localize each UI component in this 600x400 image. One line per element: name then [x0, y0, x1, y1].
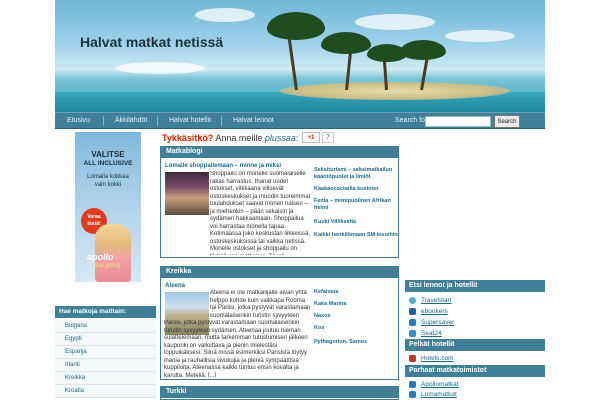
- ad-subline-2: vain kokki: [94, 182, 122, 188]
- ebookers-icon: [409, 308, 416, 315]
- box-title[interactable]: Kreikka: [161, 267, 398, 278]
- palm-leaves: [321, 32, 371, 54]
- related-link[interactable]: Fenia – monipuolinen Afrikan helmi: [314, 198, 398, 212]
- cloud-decoration: [115, 62, 205, 74]
- travelstart-icon: [409, 297, 416, 304]
- post-excerpt: Ateena ei ole matkailijalle aivan yhtä h…: [210, 290, 311, 319]
- search-input[interactable]: [425, 116, 491, 127]
- partner-label[interactable]: Lomamatkat: [421, 391, 457, 398]
- cloud-decoration: [355, 14, 435, 30]
- post-excerpt: Shoppailu on monelle suomalaiselle rakas…: [210, 171, 311, 255]
- like-prompt: Tykkäsitkö? Anna meille plussaa:: [162, 133, 298, 143]
- supersaver-icon: [409, 319, 416, 326]
- nav-separator: [157, 116, 158, 126]
- like-prompt-text: Anna meille: [213, 133, 265, 143]
- search-button[interactable]: Search: [494, 115, 520, 128]
- page: Halvat matkat netissä Etusivu Äkkilähdöt…: [0, 0, 600, 400]
- partner-label[interactable]: Supersaver: [421, 319, 454, 326]
- palm-trunk: [287, 35, 298, 91]
- travel-agencies-header: Parhaat matkatoimistot: [405, 365, 545, 377]
- nav-item-lennot[interactable]: Halvat lennot: [233, 117, 274, 124]
- post-excerpt-continued: Pariisi, jotka pystyvät varastamaan suom…: [164, 320, 308, 377]
- main-navigation: Etusivu Äkkilähdöt Halvat hotellit Halva…: [55, 112, 545, 129]
- destination-link[interactable]: Espanja: [55, 346, 156, 359]
- flights-hotels-header: Etsi lennot ja hotellit: [405, 280, 545, 292]
- palm-leaves: [267, 12, 325, 40]
- partner-label[interactable]: Seat24: [421, 330, 442, 337]
- ad-headline: VALITSE: [91, 150, 125, 159]
- lomamatkat-icon: [409, 391, 416, 398]
- apollomatkat-icon: [409, 381, 416, 388]
- related-link[interactable]: Pythagorion, Samos: [314, 339, 398, 346]
- related-link[interactable]: Kaakaococtailia kustoon: [314, 186, 398, 193]
- partner-label[interactable]: Travelstart: [421, 297, 451, 304]
- like-prompt-title: Tykkäsitkö?: [162, 133, 214, 143]
- related-link[interactable]: Seksiturismi – seksimatkailun kääntöpuol…: [314, 167, 398, 181]
- related-link[interactable]: Kos: [314, 325, 398, 332]
- nav-separator: [221, 116, 222, 126]
- partner-link[interactable]: Seat24: [405, 328, 545, 339]
- search-label: Search for: [395, 117, 428, 124]
- plus-link[interactable]: plussaa: [265, 133, 296, 143]
- ad-tagline: easy going: [91, 263, 121, 269]
- seat24-icon: [409, 330, 416, 337]
- related-link[interactable]: Naxos: [314, 313, 398, 320]
- ad-subline: Lomalla kokkaa: [87, 174, 129, 180]
- nav-separator: [103, 116, 104, 126]
- partner-label[interactable]: ebookers: [421, 308, 448, 315]
- partner-link[interactable]: ebookers: [405, 306, 545, 317]
- partner-link[interactable]: Lomamatkat: [405, 389, 545, 400]
- post-thumbnail[interactable]: [165, 172, 209, 215]
- related-link[interactable]: Kefalosia: [314, 289, 398, 296]
- cloud-decoration: [445, 30, 515, 42]
- partner-link[interactable]: Hotels.com: [405, 353, 545, 364]
- header-banner: Halvat matkat netissä: [55, 0, 545, 112]
- google-plus-one-button[interactable]: +1: [302, 132, 320, 143]
- box-title[interactable]: Turkki: [161, 387, 398, 398]
- nav-item-akkilahdot[interactable]: Äkkilähdöt: [115, 117, 147, 124]
- partner-link[interactable]: Supersaver: [405, 317, 545, 328]
- nav-item-etusivu[interactable]: Etusivu: [67, 117, 90, 124]
- nav-item-hotellit[interactable]: Halvat hotellit: [169, 117, 211, 124]
- apollo-advertisement[interactable]: VALITSE ALL INCLUSIVE Lomalla kokkaa vai…: [75, 132, 141, 282]
- ad-headline-2: ALL INCLUSIVE: [83, 160, 133, 167]
- site-title[interactable]: Halvat matkat netissä: [80, 34, 223, 50]
- partner-label[interactable]: Hotels.com: [421, 355, 454, 362]
- post-title[interactable]: Lomalle shoppailemaan – minne ja miksi: [165, 163, 281, 169]
- island-decoration: [280, 82, 510, 100]
- partner-label[interactable]: Apollomatkat: [421, 381, 459, 388]
- post-title[interactable]: Ateena: [165, 283, 185, 289]
- palm-leaves: [400, 40, 446, 60]
- box-title[interactable]: Matkablogi: [161, 147, 398, 158]
- plus-one-count: 7: [322, 132, 334, 143]
- apollo-logo: apollo: [87, 252, 114, 262]
- related-link[interactable]: Kaka Marina: [314, 301, 398, 308]
- partner-link[interactable]: Travelstart: [405, 295, 545, 306]
- like-prompt-colon: :: [295, 133, 299, 143]
- destination-link[interactable]: Kroatia: [55, 385, 156, 398]
- destinations-header: Hae matkoja maittain:: [55, 306, 156, 318]
- hotels-com-icon: [409, 355, 416, 362]
- turkey-box: Turkki: [160, 386, 399, 400]
- destination-link[interactable]: Egypti: [55, 333, 156, 346]
- hotels-header: Pelkät hotellit: [405, 339, 545, 351]
- destination-link[interactable]: Bulgaria: [55, 320, 156, 333]
- destination-link[interactable]: Kreikka: [55, 372, 156, 385]
- related-link[interactable]: Kuuki Villikselta: [314, 219, 398, 226]
- cloud-decoration: [195, 8, 255, 22]
- destination-link[interactable]: Irlanti: [55, 359, 156, 372]
- related-link[interactable]: Kaikki henkilömaan SM-kisoihin: [314, 232, 398, 239]
